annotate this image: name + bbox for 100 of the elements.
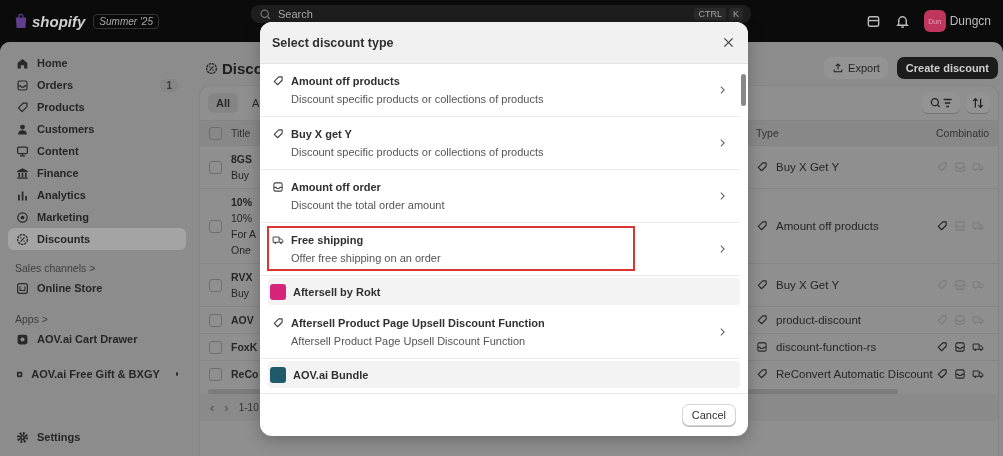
nav-item[interactable]: Discounts xyxy=(8,228,186,250)
target-icon xyxy=(16,210,29,224)
table-cell: Buy X Get Y xyxy=(776,161,840,173)
option-title: Buy X get Y xyxy=(291,128,353,140)
nav-item[interactable]: Orders 1 xyxy=(8,74,186,96)
tray-icon xyxy=(272,181,284,193)
nav-item[interactable]: Marketing xyxy=(8,206,186,228)
checkbox[interactable] xyxy=(209,313,222,327)
table-cell: 10% xyxy=(231,195,252,209)
cancel-button[interactable]: Cancel xyxy=(681,404,736,426)
count-badge: 1 xyxy=(160,78,178,92)
option-description: Discount specific products or collections of products xyxy=(291,146,545,158)
option-description: Discount the total order amount xyxy=(291,199,446,211)
discount-icon xyxy=(16,232,29,246)
table-cell: 10% xyxy=(231,211,252,225)
tag-icon xyxy=(756,220,768,232)
checkbox[interactable] xyxy=(209,219,222,233)
previous-button[interactable]: ‹ xyxy=(210,400,215,415)
chevron-right-icon xyxy=(719,138,726,148)
sort-icon xyxy=(971,96,985,110)
column-header: Combinatio xyxy=(936,127,990,139)
search-input[interactable]: Search xyxy=(278,7,689,21)
app-icon xyxy=(16,332,29,346)
nav-item[interactable]: AOV.ai Free Gift & BXGY xyxy=(8,363,186,385)
bell-icon[interactable] xyxy=(894,13,910,29)
search-field[interactable]: Search CTRL K xyxy=(251,5,751,23)
nav-item[interactable]: Content xyxy=(8,140,186,162)
nav-item[interactable]: Customers xyxy=(8,118,186,140)
search-filter-button[interactable] xyxy=(922,93,960,113)
option-description: Discount specific products or collections of products xyxy=(291,93,545,105)
monitor-icon xyxy=(16,144,29,158)
table-cell: Buy xyxy=(231,286,250,300)
app-name: AOV.ai Bundle xyxy=(293,368,369,381)
option-title: Free shipping xyxy=(291,234,365,246)
table-cell: ReCo xyxy=(231,367,259,381)
checkbox[interactable] xyxy=(209,367,222,381)
chevron-right-icon xyxy=(719,244,726,254)
nav-item[interactable]: Products xyxy=(8,96,186,118)
discount-type-option[interactable]: Amount off order Discount the total order amount xyxy=(260,170,740,223)
store-icon xyxy=(16,281,29,295)
home-icon xyxy=(16,56,29,70)
nav-item[interactable]: AOV.ai Cart Drawer xyxy=(8,328,186,350)
discount-type-option[interactable]: Buy X get Y Discount specific products or collections of products xyxy=(260,117,740,170)
filter-tab[interactable]: All xyxy=(208,93,239,113)
create-discount-button[interactable]: Create discount xyxy=(896,57,998,79)
chevron-right-icon xyxy=(719,191,726,201)
column-header: Type xyxy=(756,127,779,139)
close-button[interactable] xyxy=(721,35,736,50)
table-cell: AOV xyxy=(231,313,254,327)
option-title: Aftersell Product Page Upsell Discount Function xyxy=(291,317,546,329)
tray-icon xyxy=(16,78,29,92)
person-icon xyxy=(16,122,29,136)
checkbox[interactable] xyxy=(209,126,222,140)
option-title: Amount off order xyxy=(291,181,382,193)
logo-text: shopify xyxy=(32,12,86,30)
section-heading[interactable]: Apps > xyxy=(15,311,186,327)
nav-item[interactable]: Settings xyxy=(8,426,186,448)
table-cell: One xyxy=(231,243,251,257)
nav-item[interactable]: Home xyxy=(8,52,186,74)
next-button[interactable]: › xyxy=(224,400,229,415)
discount-type-option[interactable]: Aftersell Product Page Upsell Discount Function Aftersell Product Page Upsell Discount Function xyxy=(260,306,740,359)
nav-item[interactable]: Online Store xyxy=(8,277,186,299)
discount-type-option[interactable]: Amount off products Discount specific products or collections of products xyxy=(260,64,740,117)
tag-icon xyxy=(756,161,768,173)
option-description: Aftersell Product Page Upsell Discount Function xyxy=(291,335,527,347)
table-cell: FoxK xyxy=(231,340,258,354)
edition-badge: Summer '25 xyxy=(93,13,159,29)
store-icon[interactable] xyxy=(865,13,881,29)
search-icon xyxy=(259,7,272,21)
nav-item[interactable]: Analytics xyxy=(8,184,186,206)
sort-button[interactable] xyxy=(966,93,990,113)
nav-item[interactable]: Finance xyxy=(8,162,186,184)
chevron-right-icon xyxy=(719,85,726,95)
table-cell: discount-function-rs xyxy=(776,341,877,353)
bar-chart-icon xyxy=(16,188,29,202)
section-heading[interactable]: Sales channels > xyxy=(15,260,186,276)
user-name: Dungcn xyxy=(949,14,991,28)
app-name: Aftersell by Rokt xyxy=(293,285,381,298)
tag-icon xyxy=(272,128,284,140)
upload-icon xyxy=(832,62,845,74)
discount-icon xyxy=(205,61,218,75)
table-cell: product-discount xyxy=(776,314,862,326)
table-cell: Buy xyxy=(231,168,250,182)
checkbox[interactable] xyxy=(209,160,222,174)
table-cell: RVX xyxy=(231,270,253,284)
discount-type-option[interactable]: Free shipping Offer free shipping on an order xyxy=(260,223,740,276)
tag-icon xyxy=(756,368,768,380)
tray-icon xyxy=(756,341,768,353)
table-cell: ReConvert Automatic Discount xyxy=(776,368,933,380)
shortcut-key: K xyxy=(729,8,743,20)
tag-icon xyxy=(272,75,284,87)
export-button[interactable]: Export xyxy=(824,57,888,79)
tag-icon xyxy=(756,314,768,326)
pagination-range: 1-10 xyxy=(238,402,259,413)
tag-icon xyxy=(756,279,768,291)
table-cell: 8GS xyxy=(231,152,252,166)
checkbox[interactable] xyxy=(209,278,222,292)
table-cell: Amount off products xyxy=(776,220,879,232)
checkbox[interactable] xyxy=(209,340,222,354)
table-cell: Buy X Get Y xyxy=(776,279,840,291)
